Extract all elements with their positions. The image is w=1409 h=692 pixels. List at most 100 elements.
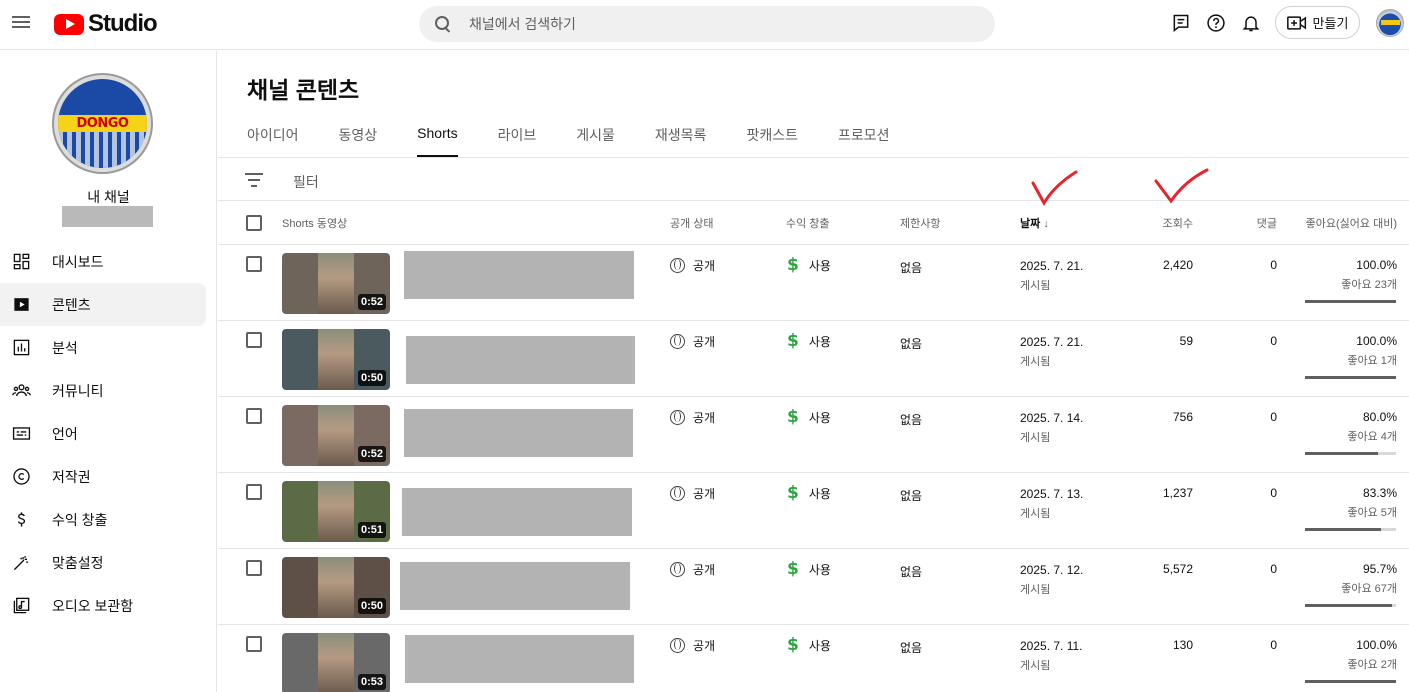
sidebar-item-label: 맞춤설정 [52, 554, 104, 571]
search-icon[interactable] [435, 16, 451, 32]
sidebar-item-audio-library[interactable]: 오디오 보관함 [0, 584, 206, 627]
tab-videos[interactable]: 동영상 [339, 125, 378, 157]
video-title-redacted[interactable] [405, 635, 634, 683]
row-checkbox[interactable] [246, 636, 262, 652]
visibility-cell[interactable]: 공개 [670, 333, 715, 350]
video-title-redacted[interactable] [400, 562, 630, 610]
row-checkbox[interactable] [246, 332, 262, 348]
search-bar[interactable] [419, 6, 995, 42]
tab-ideas[interactable]: 아이디어 [247, 125, 299, 157]
globe-icon [670, 334, 685, 349]
create-button[interactable]: 만들기 [1275, 6, 1360, 39]
row-checkbox[interactable] [246, 256, 262, 272]
visibility-cell[interactable]: 공개 [670, 257, 715, 274]
table-row[interactable]: 0:53 공개 $ 사용 없음 2025. 7. 11. 게시됨 130 0 1… [218, 625, 1409, 692]
restrictions-cell: 없음 [900, 565, 923, 579]
filter-divider [218, 200, 1409, 201]
video-thumbnail[interactable]: 0:50 [282, 329, 390, 390]
feedback-icon[interactable] [1170, 12, 1192, 34]
comments-cell: 0 [1270, 638, 1277, 652]
date-status: 게시됨 [1020, 508, 1051, 520]
comments-cell: 0 [1270, 334, 1277, 348]
filter-icon[interactable] [245, 173, 263, 187]
dashboard-icon [11, 252, 31, 272]
table-row[interactable]: 0:52 공개 $ 사용 없음 2025. 7. 21. 게시됨 2,420 0… [218, 245, 1409, 321]
sidebar-item-analytics[interactable]: 분석 [0, 326, 206, 369]
table-row[interactable]: 0:50 공개 $ 사용 없음 2025. 7. 12. 게시됨 5,572 0… [218, 549, 1409, 625]
likes-percent: 95.7% [1362, 562, 1397, 576]
video-thumbnail[interactable]: 0:51 [282, 481, 390, 542]
column-header-comments: 댓글 [1256, 218, 1277, 230]
row-checkbox[interactable] [246, 408, 262, 424]
visibility-cell[interactable]: 공개 [670, 561, 715, 578]
sidebar-item-content[interactable]: 콘텐츠 [0, 283, 206, 326]
sidebar-item-community[interactable]: 커뮤니티 [0, 369, 206, 412]
like-ratio-bar [1305, 300, 1396, 303]
monetization-cell[interactable]: $ 사용 [787, 559, 831, 579]
visibility-cell[interactable]: 공개 [670, 485, 715, 502]
monetization-cell[interactable]: $ 사용 [787, 483, 831, 503]
menu-icon[interactable] [12, 13, 30, 31]
table-row[interactable]: 0:52 공개 $ 사용 없음 2025. 7. 14. 게시됨 756 0 8… [218, 397, 1409, 473]
tabs-divider [218, 157, 1409, 158]
column-header-restrictions: 제한사항 [900, 218, 941, 230]
select-all-checkbox[interactable] [246, 215, 262, 231]
column-header-views[interactable]: 조회수 [1163, 215, 1193, 231]
page-title: 채널 콘텐츠 [247, 77, 360, 103]
video-thumbnail[interactable]: 0:50 [282, 557, 390, 618]
like-ratio-bar [1305, 680, 1396, 683]
video-title-redacted[interactable] [402, 488, 632, 536]
visibility-cell[interactable]: 공개 [670, 409, 715, 426]
likes-percent: 80.0% [1362, 410, 1397, 424]
comments-cell: 0 [1270, 486, 1277, 500]
date-status: 게시됨 [1020, 660, 1051, 672]
like-ratio-bar [1305, 604, 1396, 607]
youtube-logo-icon [54, 13, 84, 35]
video-thumbnail[interactable]: 0:52 [282, 405, 390, 466]
red-checkmark-annotation [1031, 170, 1078, 206]
table-row[interactable]: 0:51 공개 $ 사용 없음 2025. 7. 13. 게시됨 1,237 0… [218, 473, 1409, 549]
dollar-icon: $ [787, 483, 799, 503]
visibility-label: 공개 [693, 411, 716, 425]
video-title-redacted[interactable] [404, 409, 633, 457]
column-header-date[interactable]: 날짜 ↓ [1020, 215, 1049, 231]
content-tabs: 아이디어 동영상 Shorts 라이브 게시물 재생목록 팟캐스트 프로모션 [247, 125, 930, 157]
tab-podcasts[interactable]: 팟캐스트 [746, 125, 798, 157]
globe-icon [670, 486, 685, 501]
studio-logo[interactable]: Studio [54, 10, 158, 38]
video-thumbnail[interactable]: 0:53 [282, 633, 390, 692]
tab-promotions[interactable]: 프로모션 [838, 125, 890, 157]
monetization-cell[interactable]: $ 사용 [787, 407, 831, 427]
visibility-label: 공개 [693, 563, 716, 577]
account-avatar[interactable] [1376, 9, 1404, 37]
video-thumbnail[interactable]: 0:52 [282, 253, 390, 314]
monetization-cell[interactable]: $ 사용 [787, 331, 831, 351]
visibility-label: 공개 [693, 259, 716, 273]
tab-posts[interactable]: 게시물 [576, 125, 615, 157]
tab-playlists[interactable]: 재생목록 [655, 125, 707, 157]
dollar-icon: $ [787, 407, 799, 427]
table-row[interactable]: 0:50 공개 $ 사용 없음 2025. 7. 21. 게시됨 59 0 10… [218, 321, 1409, 397]
sidebar-item-monetization[interactable]: 수익 창출 [0, 498, 206, 541]
sidebar-item-customization[interactable]: 맞춤설정 [0, 541, 206, 584]
monetization-cell[interactable]: $ 사용 [787, 635, 831, 655]
row-checkbox[interactable] [246, 560, 262, 576]
sidebar-item-language[interactable]: 언어 [0, 412, 206, 455]
filter-input[interactable]: 필터 [293, 172, 319, 192]
monetization-cell[interactable]: $ 사용 [787, 255, 831, 275]
video-title-redacted[interactable] [404, 251, 634, 299]
tab-live[interactable]: 라이브 [498, 125, 537, 157]
date-value: 2025. 7. 21. [1020, 259, 1084, 273]
video-title-redacted[interactable] [406, 336, 635, 384]
visibility-cell[interactable]: 공개 [670, 637, 715, 654]
channel-avatar[interactable]: DONGO [52, 73, 153, 174]
likes-cell: 83.3% 좋아요 5개 [1307, 486, 1397, 520]
help-icon[interactable] [1205, 12, 1227, 34]
row-checkbox[interactable] [246, 484, 262, 500]
search-input[interactable] [469, 16, 949, 32]
notifications-icon[interactable] [1240, 12, 1262, 34]
sidebar-item-copyright[interactable]: 저작권 [0, 455, 206, 498]
sidebar-item-dashboard[interactable]: 대시보드 [0, 240, 206, 283]
dollar-icon: $ [787, 331, 799, 351]
tab-shorts[interactable]: Shorts [417, 125, 459, 157]
